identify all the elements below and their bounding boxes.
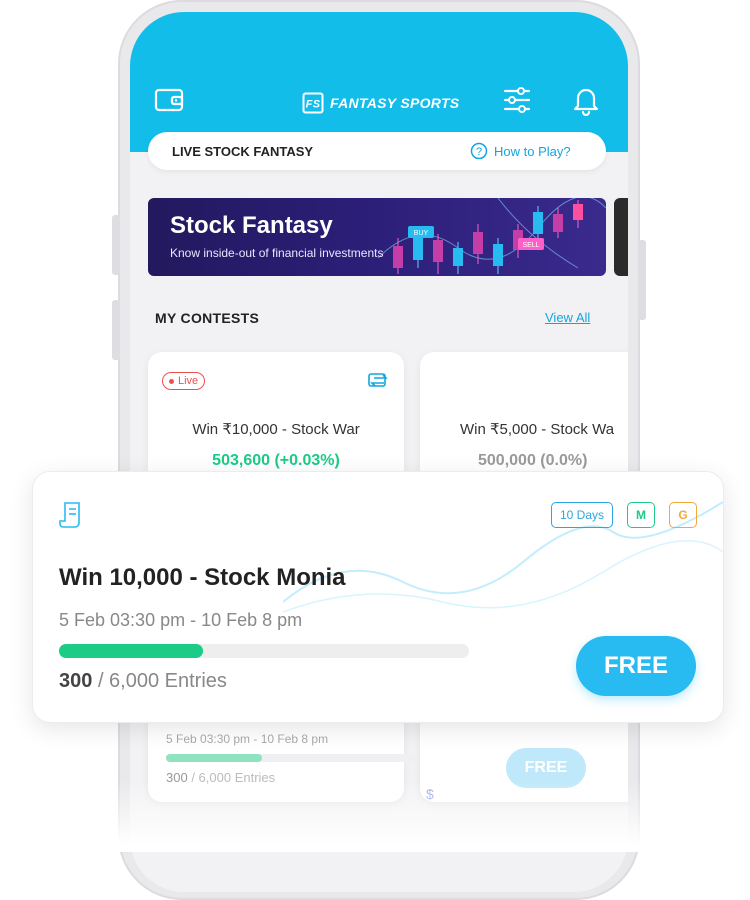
stock-fantasy-banner[interactable]: BUY SELL Stock Fantasy Know inside-out o… (148, 198, 606, 276)
contest-value: 500,000 (0.0%) (478, 452, 588, 469)
featured-dates: 5 Feb 03:30 pm - 10 Feb 8 pm (59, 610, 303, 630)
sliders-icon[interactable] (502, 86, 532, 114)
entries-current: 300 (59, 670, 93, 692)
banner-subtitle: Know inside-out of financial investments (170, 246, 384, 260)
bottom-fade (0, 780, 750, 852)
live-stock-fantasy-bar: LIVE STOCK FANTASY ? How to Play? (148, 132, 606, 170)
featured-entries: 300 / 6,000 Entries (59, 670, 227, 693)
bar-title: LIVE STOCK FANTASY (172, 144, 314, 159)
next-banner[interactable] (614, 198, 628, 276)
question-icon: ? (470, 142, 488, 160)
app-header (130, 12, 628, 152)
m-badge: M (627, 502, 655, 528)
bell-icon[interactable] (572, 84, 600, 116)
section-title: MY CONTESTS (155, 310, 260, 326)
svg-text:SELL: SELL (522, 242, 539, 249)
featured-contest-card[interactable]: 10 Days M G Win 10,000 - Stock Monia 5 F… (32, 471, 724, 723)
under-dates: 5 Feb 03:30 pm - 10 Feb 8 pm (166, 732, 329, 746)
wallet-icon[interactable] (154, 86, 186, 114)
duration-badge: 10 Days (551, 502, 613, 528)
wave-graphic (283, 501, 723, 613)
phone-side-button (112, 300, 120, 360)
g-badge: G (669, 502, 697, 528)
how-to-play-label: How to Play? (494, 143, 571, 159)
contest-value: 503,600 (+0.03%) (212, 452, 340, 469)
entries-total: / 6,000 Entries (97, 670, 227, 692)
phone-side-button (638, 240, 646, 320)
live-label: Live (178, 375, 199, 387)
svg-text:BUY: BUY (414, 230, 429, 237)
contest-title: Win ₹10,000 - Stock War (192, 421, 360, 438)
candlestick-graphic: BUY SELL (378, 198, 606, 274)
banner-title: Stock Fantasy (170, 212, 333, 239)
contest-title: Win ₹5,000 - Stock Wa (460, 421, 615, 438)
entries-progress-fill (59, 644, 203, 658)
phone-side-button (112, 215, 120, 275)
how-to-play-link[interactable]: ? How to Play? (470, 142, 571, 160)
free-join-button[interactable]: FREE (576, 636, 696, 696)
live-badge: Live (162, 372, 206, 390)
receipt-icon (59, 502, 80, 528)
svg-text:?: ? (476, 146, 482, 158)
brand-name: FANTASY SPORTS (330, 95, 460, 111)
live-dot-icon (169, 378, 174, 384)
brand-mark-icon: FS (302, 92, 324, 114)
brand-logo: FS FANTASY SPORTS (302, 92, 459, 114)
featured-title: Win 10,000 - Stock Monia (59, 564, 346, 591)
view-all-link[interactable]: View All (545, 310, 590, 325)
under-progress-fill (166, 754, 262, 762)
swap-icon[interactable] (366, 370, 392, 392)
svg-text:FS: FS (306, 99, 321, 111)
